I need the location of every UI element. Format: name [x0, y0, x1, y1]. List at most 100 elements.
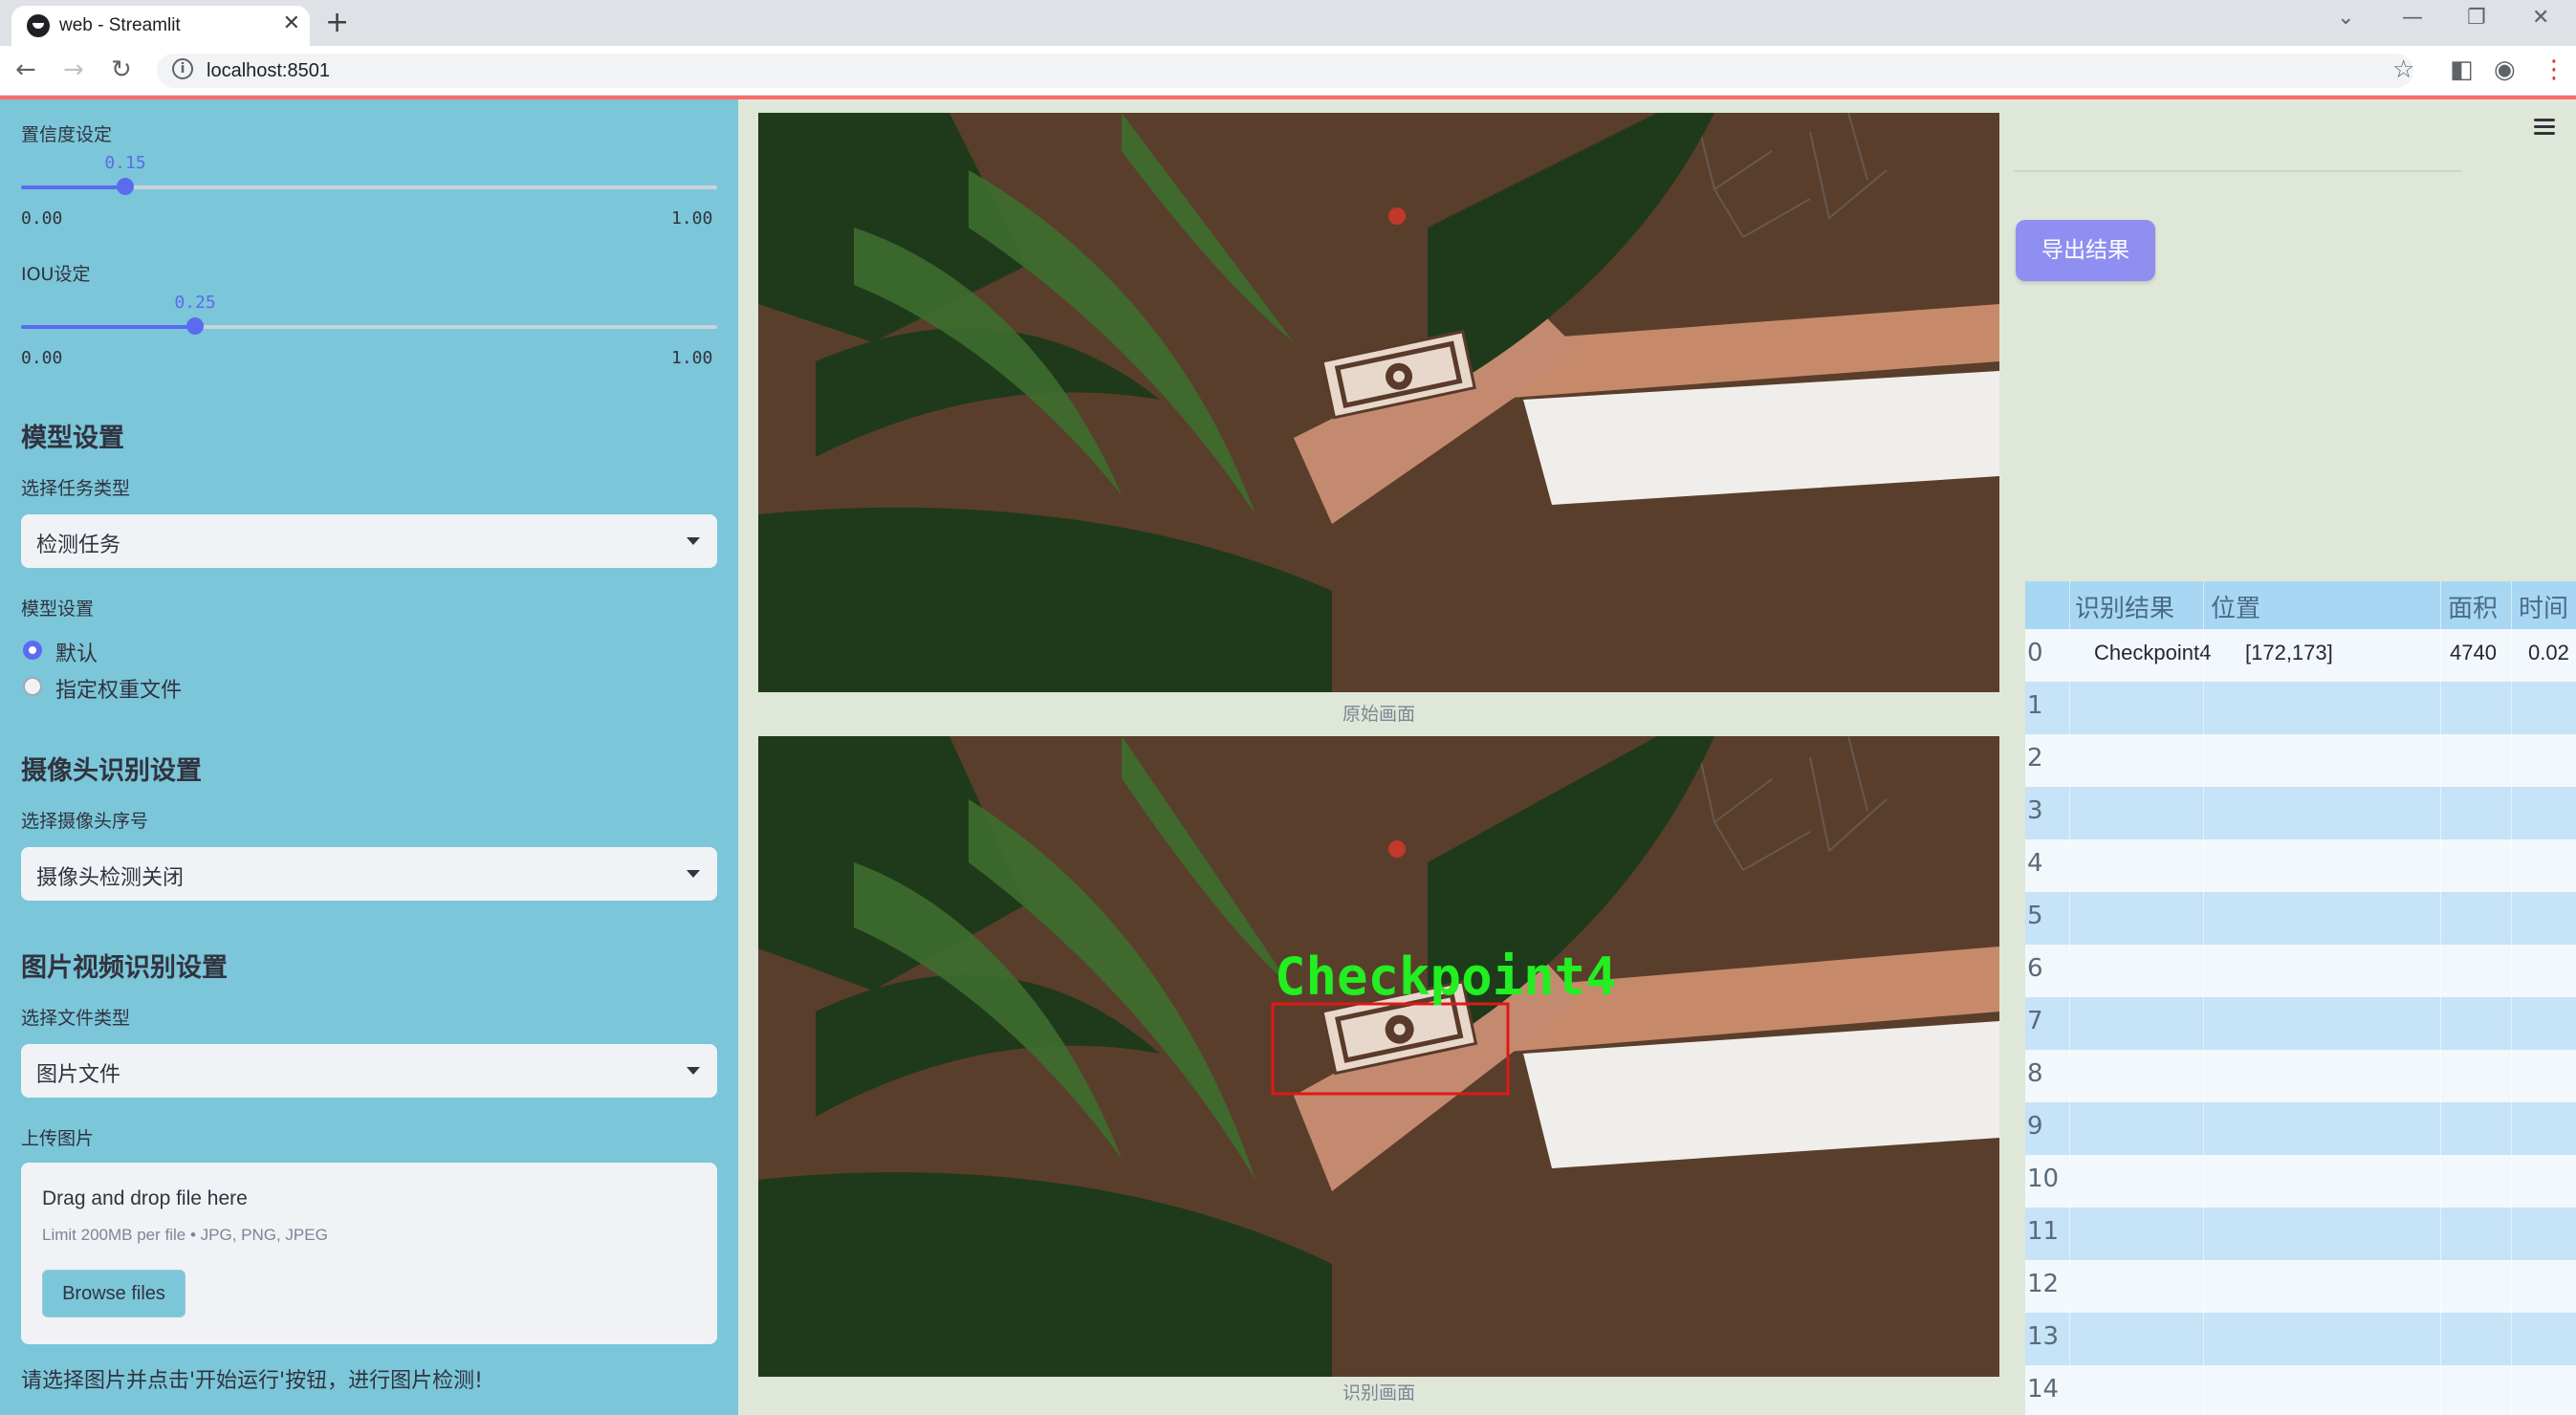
- column-separator: [2203, 581, 2204, 1415]
- iou-value: 0.25: [174, 293, 216, 313]
- new-tab-icon[interactable]: +: [325, 6, 349, 39]
- row-index: 8: [2027, 1059, 2043, 1088]
- window-close-icon[interactable]: ✕: [2532, 6, 2549, 30]
- radio-default-label[interactable]: 默认: [55, 637, 98, 667]
- browser-tab-bar: web - Streamlit ✕ + ⌄ — ❐ ✕: [0, 0, 2576, 46]
- reload-icon[interactable]: ↻: [111, 55, 132, 84]
- col-header-area[interactable]: 面积: [2448, 589, 2498, 624]
- result-caption: 识别画面: [1342, 1382, 1415, 1404]
- side-panel-icon[interactable]: ◧: [2450, 55, 2474, 84]
- confidence-slider-thumb[interactable]: [117, 178, 134, 195]
- row-index: 7: [2027, 1007, 2043, 1035]
- table-row[interactable]: 5: [2025, 892, 2576, 945]
- iou-slider-fill: [21, 325, 195, 329]
- cell-position: [172,173]: [2245, 641, 2333, 664]
- browser-tab[interactable]: web - Streamlit ✕: [11, 6, 310, 46]
- camera-select[interactable]: 摄像头检测关闭: [21, 847, 717, 901]
- table-row[interactable]: 4: [2025, 839, 2576, 892]
- column-separator: [2069, 581, 2070, 1415]
- cell-time: 0.02: [2528, 641, 2569, 664]
- table-row[interactable]: 12: [2025, 1260, 2576, 1313]
- profile-avatar-icon[interactable]: ◉: [2494, 55, 2516, 84]
- media-settings-heading: 图片视频识别设置: [21, 953, 228, 983]
- sidebar: 置信度设定 0.15 0.00 1.00 IOU设定 0.25 0.00 1.0…: [0, 99, 738, 1415]
- camera-settings-heading: 摄像头识别设置: [21, 756, 202, 786]
- table-row[interactable]: 7: [2025, 997, 2576, 1050]
- table-row[interactable]: 8: [2025, 1050, 2576, 1102]
- file-type-label: 选择文件类型: [21, 1008, 131, 1029]
- row-index: 5: [2027, 902, 2043, 930]
- address-bar[interactable]: i localhost:8501: [157, 54, 2413, 88]
- cell-area: 4740: [2450, 641, 2497, 664]
- iou-slider-thumb[interactable]: [186, 317, 204, 335]
- row-index: 9: [2027, 1112, 2043, 1141]
- row-index: 6: [2027, 954, 2043, 983]
- close-tab-icon[interactable]: ✕: [283, 11, 300, 35]
- row-index: 0: [2027, 639, 2043, 667]
- forward-icon[interactable]: →: [63, 55, 84, 84]
- table-row[interactable]: 6: [2025, 945, 2576, 997]
- col-header-position[interactable]: 位置: [2211, 589, 2260, 624]
- drop-text: Drag and drop file here: [42, 1187, 248, 1209]
- chevron-down-icon: [687, 1067, 700, 1075]
- tab-title: web - Streamlit: [59, 15, 181, 35]
- table-row[interactable]: 9: [2025, 1102, 2576, 1155]
- upload-label: 上传图片: [21, 1128, 95, 1149]
- row-index: 2: [2027, 744, 2043, 773]
- bookmark-star-icon[interactable]: ☆: [2392, 55, 2414, 84]
- camera-value: 摄像头检测关闭: [36, 866, 185, 890]
- file-type-select[interactable]: 图片文件: [21, 1044, 717, 1098]
- streamlit-favicon-icon: [27, 14, 50, 37]
- radio-custom-weights[interactable]: [23, 677, 42, 696]
- result-image: Checkpoint4: [758, 736, 1999, 1377]
- table-row[interactable]: 3: [2025, 787, 2576, 839]
- original-caption: 原始画面: [1342, 704, 1415, 725]
- file-uploader-dropzone[interactable]: Drag and drop file here Limit 200MB per …: [21, 1163, 717, 1344]
- table-row[interactable]: 10: [2025, 1155, 2576, 1208]
- column-separator: [2440, 581, 2441, 1415]
- detection-label: Checkpoint4: [1275, 947, 1617, 1007]
- row-index: 3: [2027, 796, 2043, 825]
- export-results-button[interactable]: 导出结果: [2016, 220, 2155, 281]
- row-index: 13: [2027, 1322, 2060, 1351]
- table-row[interactable]: 2: [2025, 734, 2576, 787]
- col-header-time[interactable]: 时间: [2519, 589, 2568, 624]
- instruction-text: 请选择图片并点击'开始运行'按钮，进行图片检测!: [21, 1369, 483, 1393]
- chevron-down-icon: [687, 870, 700, 878]
- confidence-min: 0.00: [21, 208, 63, 229]
- table-row[interactable]: 14: [2025, 1365, 2576, 1415]
- url-text: localhost:8501: [207, 60, 330, 81]
- radio-default[interactable]: [23, 641, 42, 660]
- table-header: 识别结果 位置 面积 时间: [2025, 581, 2576, 629]
- table-row[interactable]: 13: [2025, 1313, 2576, 1365]
- iou-slider[interactable]: [21, 317, 717, 335]
- row-index: 10: [2027, 1165, 2060, 1193]
- radio-custom-weights-label[interactable]: 指定权重文件: [55, 673, 182, 704]
- camera-index-label: 选择摄像头序号: [21, 811, 149, 832]
- row-index: 11: [2027, 1217, 2060, 1246]
- task-type-label: 选择任务类型: [21, 478, 131, 499]
- row-index: 12: [2027, 1270, 2060, 1298]
- site-info-icon[interactable]: i: [172, 58, 193, 79]
- iou-max: 1.00: [671, 348, 713, 368]
- browser-menu-icon[interactable]: ⋮: [2542, 55, 2566, 84]
- minimize-icon[interactable]: —: [2402, 6, 2423, 30]
- model-setting-label: 模型设置: [21, 599, 95, 620]
- confidence-slider-fill: [21, 185, 125, 189]
- browse-files-button[interactable]: Browse files: [42, 1270, 186, 1317]
- table-row[interactable]: 1: [2025, 682, 2576, 734]
- column-separator: [2511, 581, 2512, 1415]
- iou-label: IOU设定: [21, 264, 91, 285]
- task-type-value: 检测任务: [36, 533, 121, 557]
- confidence-label: 置信度设定: [21, 124, 113, 145]
- table-row[interactable]: 0 Checkpoint4 [172,173] 4740 0.02: [2025, 629, 2576, 682]
- hamburger-menu-icon[interactable]: [2534, 119, 2555, 139]
- cell-result: Checkpoint4: [2094, 641, 2212, 664]
- tab-search-chevron-icon[interactable]: ⌄: [2337, 6, 2354, 30]
- back-icon[interactable]: ←: [15, 55, 36, 84]
- restore-icon[interactable]: ❐: [2467, 6, 2486, 30]
- confidence-slider[interactable]: [21, 178, 717, 195]
- task-type-select[interactable]: 检测任务: [21, 514, 717, 568]
- col-header-result[interactable]: 识别结果: [2075, 589, 2174, 624]
- table-row[interactable]: 11: [2025, 1208, 2576, 1260]
